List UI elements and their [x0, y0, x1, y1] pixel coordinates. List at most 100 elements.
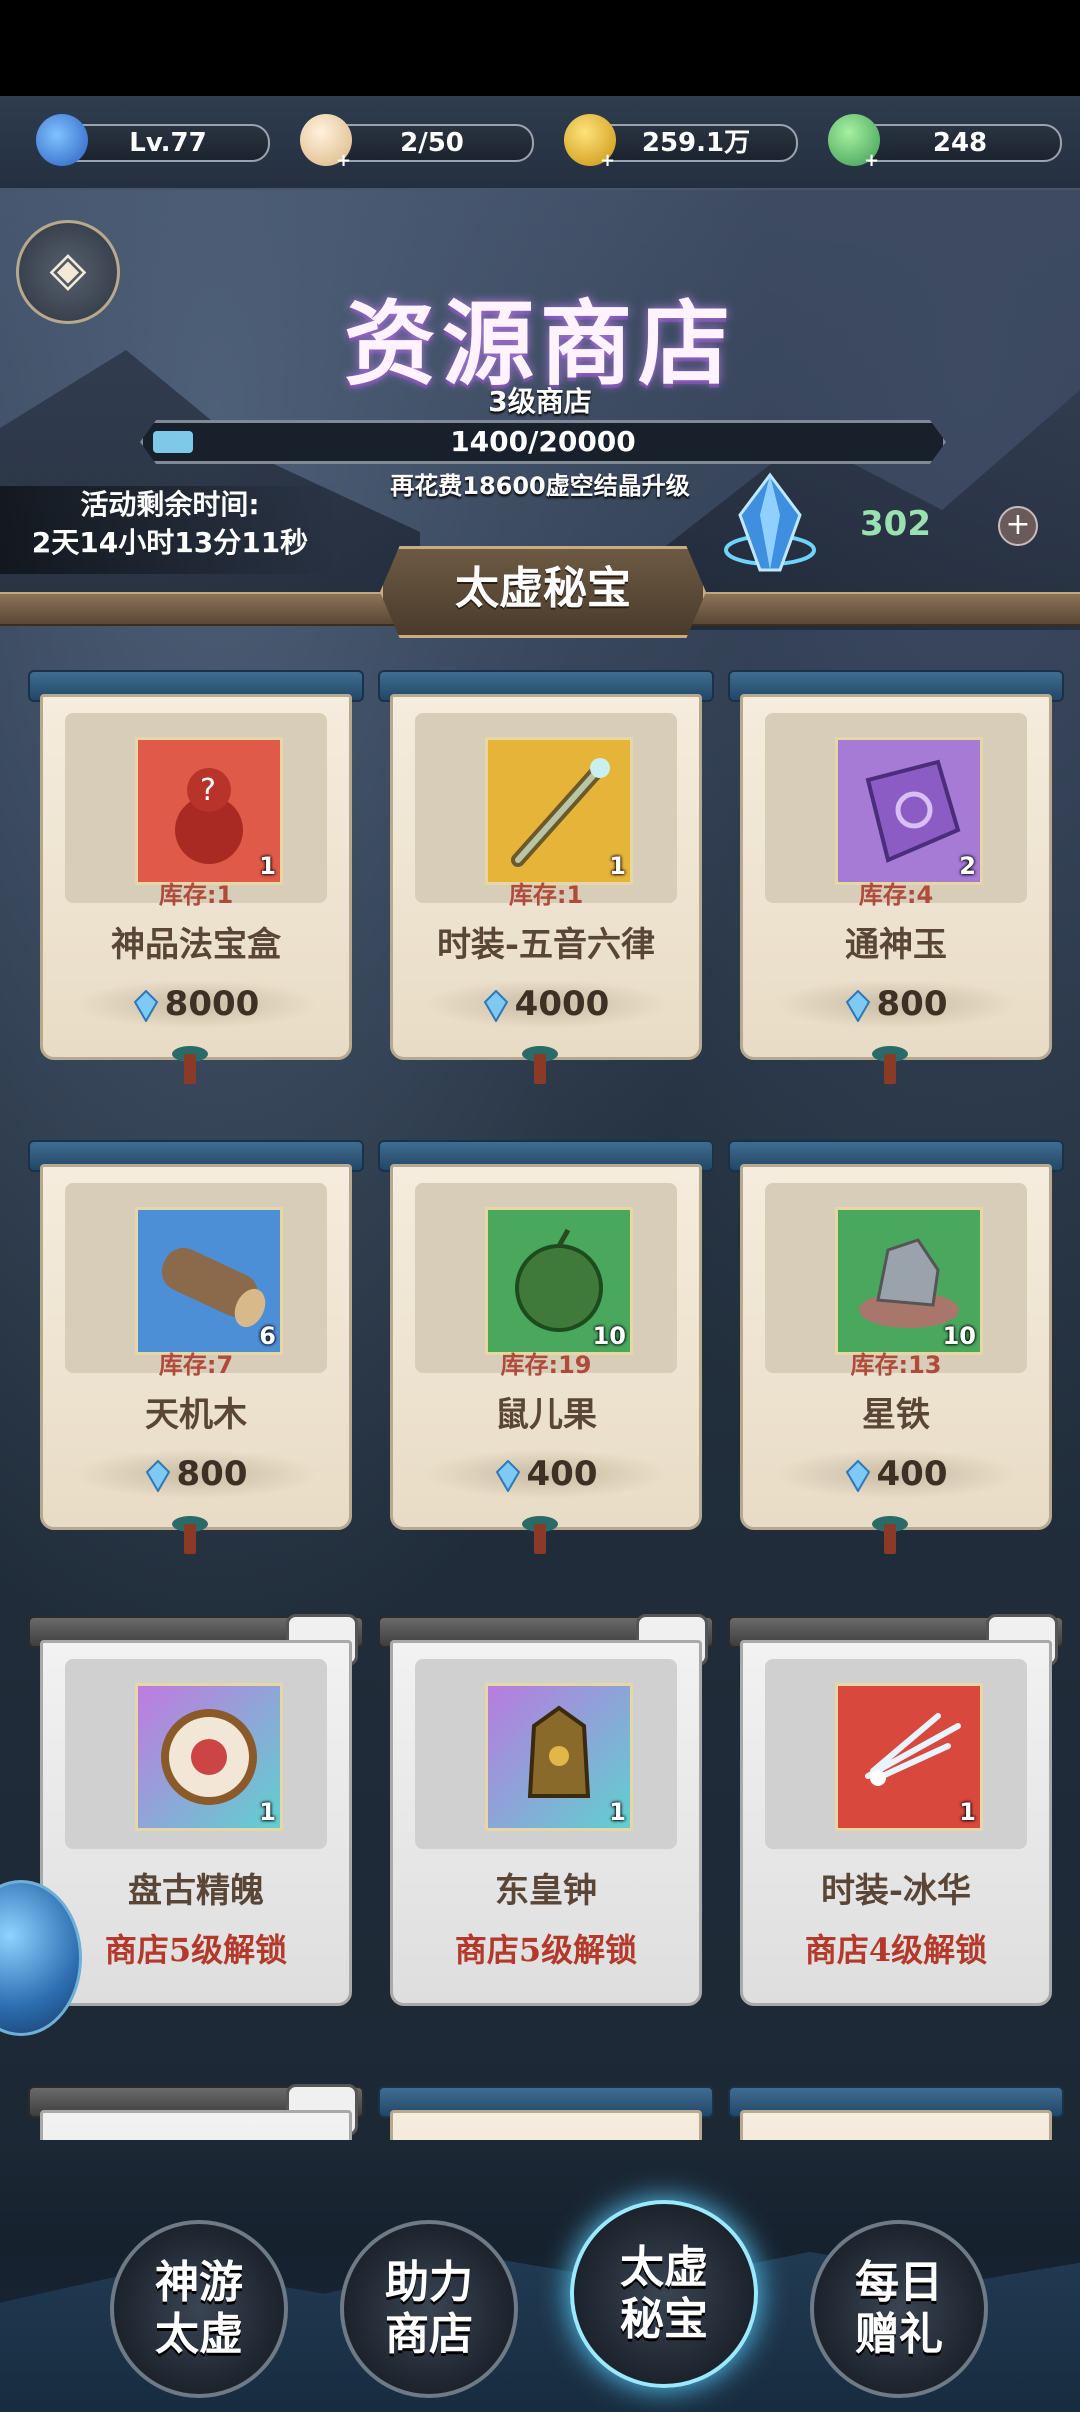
item-name: 东皇钟 [495, 1871, 597, 1911]
nav-tab-treasure[interactable]: 太虚 秘宝 [570, 2200, 758, 2388]
flute-icon: 1 [485, 737, 633, 885]
bell-icon: 1 [485, 1683, 633, 1831]
shop-item-card[interactable] [378, 2086, 714, 2140]
item-price: 400 [423, 1449, 669, 1499]
crystal-icon [483, 989, 508, 1022]
item-frame: 1 [65, 1659, 327, 1849]
locked-item-card[interactable]: 1 盘古精魄 商店5级解锁 [28, 1614, 364, 2036]
add-currency-button[interactable]: + [998, 506, 1038, 546]
card-paper: 6 库存:7 天机木 800 [40, 1164, 352, 1530]
item-quantity: 1 [259, 1798, 276, 1826]
shop-level: 3级商店 [488, 385, 592, 418]
item-name: 神品法宝盒 [111, 925, 281, 965]
resource-value: 248 [858, 124, 1062, 162]
timer-value: 2天14小时13分11秒 [31, 526, 309, 559]
resource-value: 259.1万 [594, 124, 798, 162]
ice-feather-icon: 1 [835, 1683, 983, 1831]
locked-item-card[interactable] [28, 2084, 364, 2140]
unlock-requirement: 商店5级解锁 [454, 1931, 638, 1969]
exp-text: 1400/20000 [450, 425, 636, 458]
nav-label-line1: 每日 [855, 2257, 943, 2308]
item-name: 盘古精魄 [128, 1871, 264, 1911]
plus-icon: + [336, 150, 352, 171]
card-paper: 1 东皇钟 商店5级解锁 [390, 1640, 702, 2006]
price-value: 4000 [514, 984, 610, 1024]
shop-item-card[interactable]: 10 库存:19 鼠儿果 400 [378, 1140, 714, 1560]
shop-item-card[interactable] [728, 2086, 1064, 2140]
item-stock: 库存:1 [158, 881, 234, 909]
item-stock: 库存:4 [858, 881, 934, 909]
plus-icon: + [864, 150, 880, 171]
price-value: 400 [526, 1454, 598, 1494]
shop-item-card[interactable]: 2 库存:4 通神玉 800 [728, 670, 1064, 1090]
card-paper: ? 1 库存:1 神品法宝盒 8000 [40, 694, 352, 1060]
shop-item-card[interactable]: 10 库存:13 星铁 400 [728, 1140, 1064, 1560]
nav-label-line1: 助力 [385, 2257, 473, 2308]
item-name: 鼠儿果 [495, 1395, 597, 1435]
activity-timer: 活动剩余时间: 2天14小时13分11秒 [0, 486, 340, 574]
crystal-icon [133, 989, 158, 1022]
price-value: 800 [876, 984, 948, 1024]
locked-item-card[interactable]: 1 时装-冰华 商店4级解锁 [728, 1614, 1064, 2036]
price-value: 800 [176, 1454, 248, 1494]
item-frame: 1 [415, 1659, 677, 1849]
section-tab-title: 太虚秘宝 [380, 546, 706, 638]
card-paper: 10 库存:19 鼠儿果 400 [390, 1164, 702, 1530]
item-price: 800 [773, 979, 1019, 1029]
gourd-icon: ? 1 [135, 737, 283, 885]
unlock-requirement: 商店4级解锁 [804, 1931, 988, 1969]
item-stock: 库存:7 [158, 1351, 234, 1379]
item-frame: 1 [765, 1659, 1027, 1849]
item-grid: ? 1 库存:1 神品法宝盒 8000 1 库存:1 时装-五音六律 4000 … [0, 670, 1080, 2140]
shop-item-card[interactable]: 1 库存:1 时装-五音六律 4000 [378, 670, 714, 1090]
item-stock: 库存:19 [500, 1351, 592, 1379]
crystal-icon [845, 1459, 870, 1492]
nav-tab-daily-gift[interactable]: 每日 赠礼 [810, 2220, 988, 2398]
price-value: 400 [876, 1454, 948, 1494]
shop-item-card[interactable]: ? 1 库存:1 神品法宝盒 8000 [28, 670, 364, 1090]
item-name: 通神玉 [845, 925, 947, 965]
item-quantity: 1 [609, 1798, 626, 1826]
status-bar [0, 0, 1080, 96]
tassel [534, 1524, 546, 1554]
shop-item-card[interactable]: 6 库存:7 天机木 800 [28, 1140, 364, 1560]
nav-label-line2: 赠礼 [855, 2309, 943, 2360]
locked-item-card[interactable]: 1 东皇钟 商店5级解锁 [378, 1614, 714, 2036]
nav-label-line1: 太虚 [620, 2242, 708, 2293]
item-price: 8000 [73, 979, 319, 1029]
item-name: 时装-冰华 [820, 1871, 972, 1911]
resource-bar: Lv.77 2/50 + 259.1万 + 248 + [0, 96, 1080, 190]
card-paper [740, 2110, 1052, 2140]
item-stock: 库存:1 [508, 881, 584, 909]
tassel [184, 1054, 196, 1084]
item-name: 时装-五音六律 [436, 925, 656, 965]
card-paper: 1 时装-冰华 商店4级解锁 [740, 1640, 1052, 2006]
nav-label-line1: 神游 [155, 2257, 243, 2308]
timer-label: 活动剩余时间: [80, 488, 260, 521]
nav-label-line2: 秘宝 [620, 2294, 708, 2345]
resource-value: Lv.77 [66, 124, 270, 162]
level-swirl-icon [36, 114, 88, 166]
item-stock: 库存:13 [850, 1351, 942, 1379]
plus-icon: + [600, 150, 616, 171]
card-paper [40, 2110, 352, 2140]
tassel [884, 1054, 896, 1084]
card-paper: 1 库存:1 时装-五音六律 4000 [390, 694, 702, 1060]
svg-text:?: ? [200, 773, 216, 808]
item-price: 800 [73, 1449, 319, 1499]
crystal-icon [495, 1459, 520, 1492]
shop-exp-bar: 1400/20000 [140, 420, 946, 464]
pangu-spirit-icon: 1 [135, 1683, 283, 1831]
price-value: 8000 [164, 984, 260, 1024]
card-paper: 10 库存:13 星铁 400 [740, 1164, 1052, 1530]
card-paper: 1 盘古精魄 商店5级解锁 [40, 1640, 352, 2006]
currency-amount: 302 [860, 504, 931, 544]
unlock-requirement: 商店5级解锁 [104, 1931, 288, 1969]
item-quantity: 1 [959, 1798, 976, 1826]
card-paper: 2 库存:4 通神玉 800 [740, 694, 1052, 1060]
nav-tab-wander[interactable]: 神游 太虚 [110, 2220, 288, 2398]
nav-tab-assist-shop[interactable]: 助力 商店 [340, 2220, 518, 2398]
crystal-icon [145, 1459, 170, 1492]
wood-log-icon: 6 [135, 1207, 283, 1355]
item-price: 4000 [423, 979, 669, 1029]
